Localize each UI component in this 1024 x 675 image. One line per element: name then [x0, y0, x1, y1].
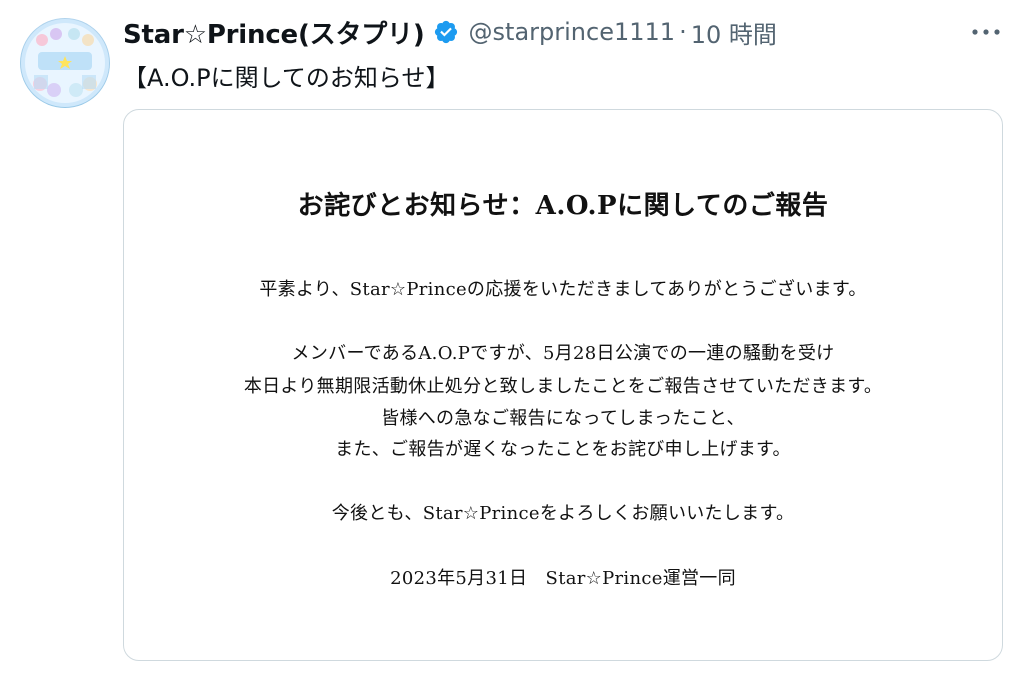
notice-image[interactable]: お詫びとお知らせ：A.O.Pに関してのご報告 平素より、Star☆Princeの…	[123, 109, 1003, 661]
notice-greeting: 平素より、Star☆Princeの応援をいただきましてありがとうございます。	[259, 279, 867, 300]
notice-body-line: 皆様への急なご報告になってしまったこと、	[381, 408, 745, 429]
notice-body-line: 本日より無期限活動休止処分と致しましたことをご報告させていただきます。	[243, 376, 883, 397]
tweet-text: 【A.O.Pに関してのお知らせ】	[123, 64, 450, 92]
tweet-header: Star☆Prince(スタプリ) @starprince1111 · 10 時…	[123, 12, 1004, 52]
notice-body-line: また、ご報告が遅くなったことをお詫び申し上げます。	[335, 439, 791, 460]
notice-body-line: メンバーであるA.O.Pですが、5月28日公演での一連の騒動を受け	[291, 343, 835, 364]
notice-closing: 今後とも、Star☆Princeをよろしくお願いいたします。	[331, 503, 795, 524]
notice-signature: 2023年5月31日 Star☆Prince運営一同	[390, 568, 736, 589]
handle[interactable]: @starprince1111	[469, 18, 676, 46]
timestamp[interactable]: 10 時間	[691, 15, 777, 50]
verified-badge-icon	[433, 19, 459, 45]
avatar-image	[21, 19, 109, 107]
tweet: Star☆Prince(スタプリ) @starprince1111 · 10 時…	[0, 0, 1024, 675]
notice-title: お詫びとお知らせ：A.O.Pに関してのご報告	[297, 191, 829, 221]
separator: ·	[679, 18, 687, 46]
avatar[interactable]	[20, 18, 110, 108]
display-name[interactable]: Star☆Prince(スタプリ)	[123, 14, 425, 51]
more-dots-icon[interactable]	[968, 18, 1004, 46]
